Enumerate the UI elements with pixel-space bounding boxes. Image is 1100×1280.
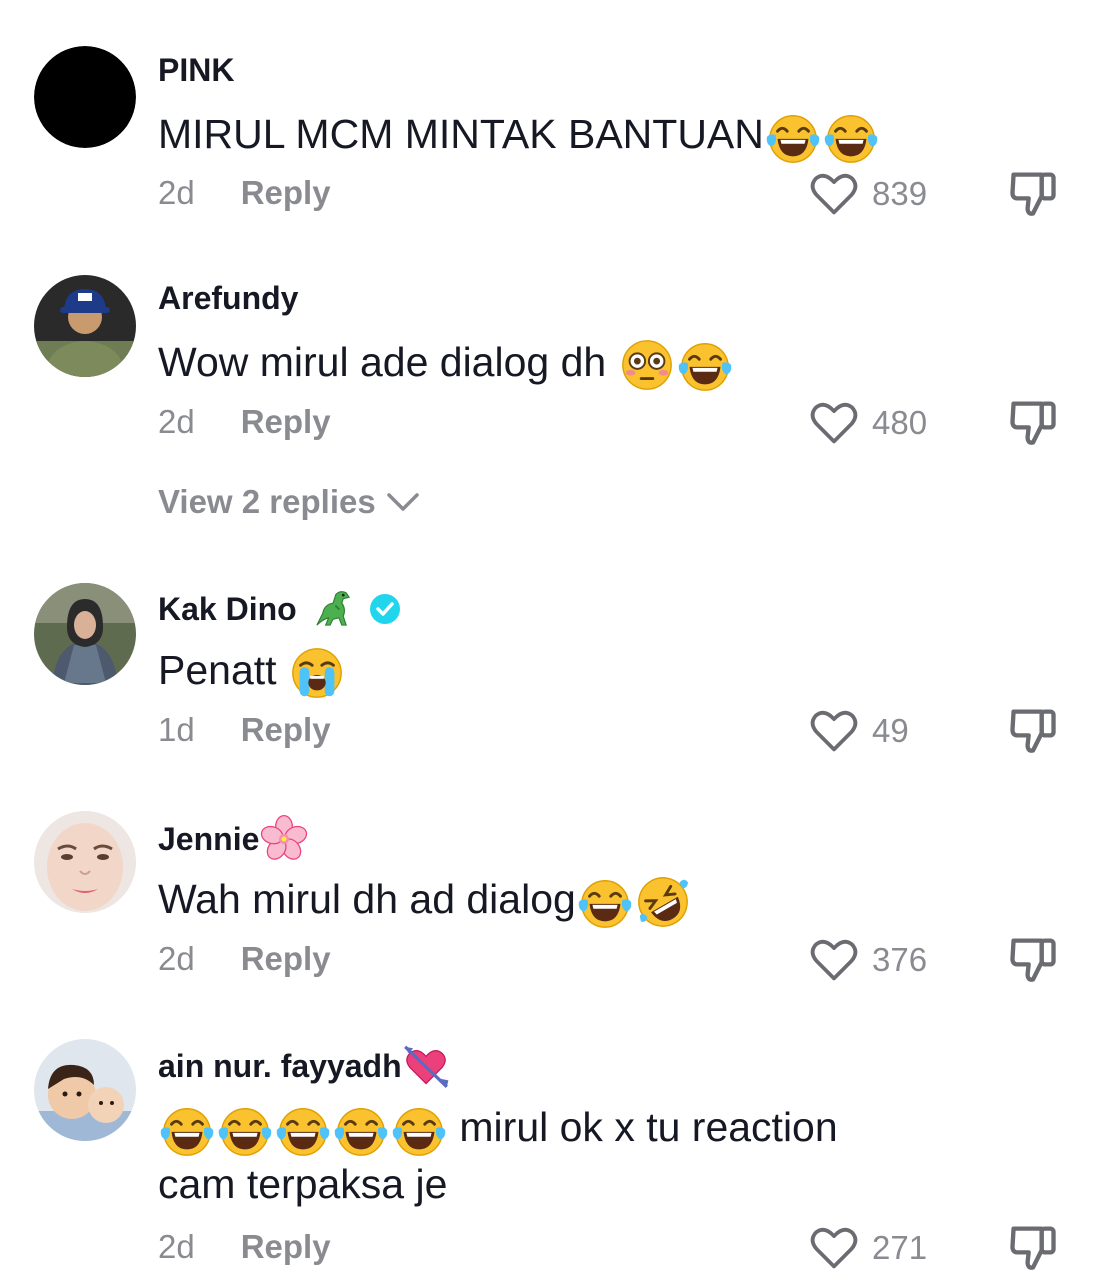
comment-username[interactable]: Arefundy	[158, 280, 298, 317]
comment-text: Wow mirul ade dialog dh	[158, 334, 734, 394]
dislike-button[interactable]	[1006, 395, 1060, 454]
comment-text-body: MIRUL MCM MINTAK BANTUAN	[158, 111, 764, 157]
rolling-on-the-floor-laughing-icon	[634, 873, 692, 931]
flushed-face-icon	[618, 336, 676, 394]
thumbs-down-icon	[1006, 395, 1060, 449]
reply-button[interactable]: Reply	[241, 1228, 331, 1266]
heart-icon	[808, 168, 860, 220]
avatar[interactable]	[34, 275, 136, 377]
face-with-tears-of-joy-icon	[274, 1101, 332, 1159]
like-count: 480	[872, 404, 928, 441]
comment-text: mirul ok x tu reaction	[158, 1099, 838, 1159]
comment-meta: 1d Reply	[158, 711, 331, 749]
face-with-tears-of-joy-icon	[822, 108, 880, 166]
username-label: ain nur. fayyadh	[158, 1047, 402, 1084]
face-with-tears-of-joy-icon	[764, 108, 822, 166]
like-button[interactable]: 839	[808, 168, 927, 220]
like-button[interactable]: 480	[808, 397, 927, 449]
face-with-tears-of-joy-icon	[216, 1101, 274, 1159]
thumbs-down-icon	[1006, 703, 1060, 757]
heart-icon	[808, 1222, 860, 1274]
avatar[interactable]	[34, 811, 136, 913]
like-count: 271	[872, 1229, 928, 1266]
like-button[interactable]: 271	[808, 1222, 927, 1274]
comment-text: MIRUL MCM MINTAK BANTUAN	[158, 106, 880, 166]
cherry-blossom-icon	[259, 814, 309, 864]
thumbs-down-icon	[1006, 932, 1060, 986]
dislike-button[interactable]	[1006, 1220, 1060, 1279]
face-with-tears-of-joy-icon	[576, 873, 634, 931]
face-with-tears-of-joy-icon	[332, 1101, 390, 1159]
dislike-button[interactable]	[1006, 166, 1060, 225]
heart-icon	[808, 705, 860, 757]
username-label: Kak Dino	[158, 590, 297, 627]
verified-badge-icon	[369, 594, 400, 624]
comment-meta: 2d Reply	[158, 403, 331, 441]
comment-time: 2d	[158, 174, 195, 211]
comment-text-body: Wow mirul ade dialog dh	[158, 339, 607, 385]
comment-time: 1d	[158, 711, 195, 748]
heart-icon	[808, 397, 860, 449]
comment-username[interactable]: PINK	[158, 52, 234, 89]
comment-username[interactable]: ain nur. fayyadh	[158, 1042, 450, 1090]
comment-text-line2: cam terpaksa je	[158, 1161, 448, 1207]
heart-with-arrow-icon	[402, 1042, 450, 1090]
thumbs-down-icon	[1006, 166, 1060, 220]
avatar[interactable]	[34, 1039, 136, 1141]
reply-button[interactable]: Reply	[241, 403, 331, 441]
loudly-crying-face-icon	[288, 644, 346, 702]
comment-text: Wah mirul dh ad dialog	[158, 871, 692, 931]
like-count: 839	[872, 175, 928, 212]
comment-time: 2d	[158, 1228, 195, 1265]
thumbs-down-icon	[1006, 1220, 1060, 1274]
comment-time: 2d	[158, 940, 195, 977]
comment-text-body: Wah mirul dh ad dialog	[158, 876, 576, 922]
avatar[interactable]	[34, 46, 136, 148]
username-label: Jennie	[158, 820, 260, 857]
heart-icon	[808, 934, 860, 986]
like-button[interactable]: 376	[808, 934, 927, 986]
face-with-tears-of-joy-icon	[158, 1101, 216, 1159]
dislike-button[interactable]	[1006, 932, 1060, 991]
reply-button[interactable]: Reply	[241, 711, 331, 749]
comment-username[interactable]: Kak Dino	[158, 587, 401, 631]
chevron-down-icon	[386, 493, 419, 511]
like-button[interactable]: 49	[808, 705, 909, 757]
view-replies-button[interactable]: View 2 replies	[158, 483, 420, 521]
face-with-tears-of-joy-icon	[676, 336, 734, 394]
comment-time: 2d	[158, 403, 195, 440]
reply-button[interactable]: Reply	[241, 940, 331, 978]
comment-username[interactable]: Jennie	[158, 814, 309, 864]
avatar[interactable]	[34, 583, 136, 685]
comment-text-continued: cam terpaksa je	[158, 1156, 447, 1212]
comment-meta: 2d Reply	[158, 1228, 331, 1266]
comment-text-body: Penatt	[158, 647, 277, 693]
comment-meta: 2d Reply	[158, 174, 331, 212]
reply-button[interactable]: Reply	[241, 174, 331, 212]
t-rex-icon	[309, 587, 357, 631]
view-replies-label: View 2 replies	[158, 483, 376, 520]
like-count: 376	[872, 941, 928, 978]
comment-text-line1: mirul ok x tu reaction	[459, 1104, 838, 1150]
comment-text: Penatt	[158, 642, 346, 702]
dislike-button[interactable]	[1006, 703, 1060, 762]
like-count: 49	[872, 712, 909, 749]
face-with-tears-of-joy-icon	[390, 1101, 448, 1159]
comment-meta: 2d Reply	[158, 940, 331, 978]
